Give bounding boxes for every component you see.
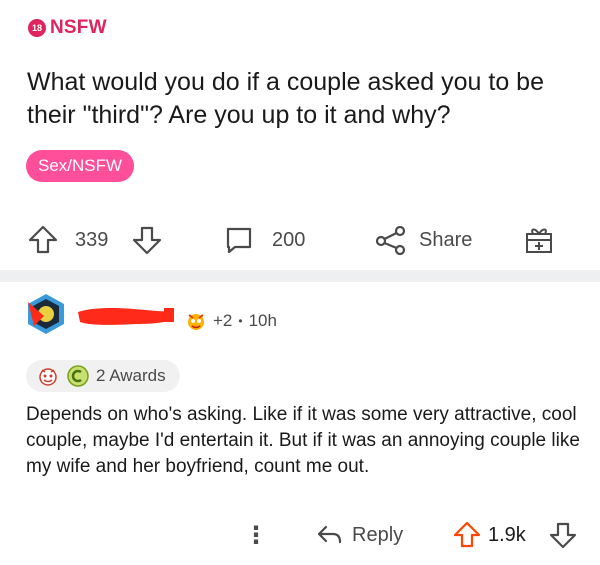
wholesome-award-icon: [39, 368, 57, 386]
meta-separator: •: [238, 314, 243, 328]
nsfw-18-icon: 18: [28, 19, 46, 37]
comment-action-bar: ⋮ Reply 1.9k: [0, 517, 600, 553]
comment-count: 200: [272, 228, 306, 251]
downvote-arrow-icon: [132, 226, 162, 255]
comment-bubble-icon: [226, 227, 252, 254]
user-avatar-icon[interactable]: [24, 292, 68, 336]
comment-meta: +2 • 10h: [185, 310, 277, 332]
downvote-arrow-icon: [549, 522, 577, 549]
comment-upvote-button[interactable]: 1.9k: [452, 517, 526, 553]
awards-count-label: 2 Awards: [96, 366, 166, 385]
post-title[interactable]: What would you do if a couple asked you …: [27, 66, 587, 132]
nsfw-label: NSFW: [50, 17, 107, 38]
redacted-username-icon: [78, 308, 174, 325]
comment-score: 1.9k: [488, 523, 526, 546]
comment-body: Depends on who's asking. Like if it was …: [26, 404, 580, 477]
share-button[interactable]: Share: [373, 218, 472, 262]
more-options-button[interactable]: ⋮: [244, 517, 268, 553]
post-flair[interactable]: Sex/NSFW: [26, 150, 135, 182]
comments-button[interactable]: 200: [222, 218, 305, 262]
share-icon: [375, 225, 406, 256]
awards-pill[interactable]: 2 Awards: [26, 360, 180, 392]
award-icon: [188, 314, 204, 330]
gift-award-icon: [526, 228, 552, 253]
comment-card[interactable]: +2 • 10h 2 Awards Depends on who's askin…: [0, 282, 600, 565]
silver-award-icon: [67, 365, 89, 387]
award-button[interactable]: [522, 218, 556, 262]
upvote-arrow-icon: [453, 521, 481, 548]
nsfw-tag: 18 NSFW: [28, 17, 107, 39]
downvote-button[interactable]: [130, 218, 164, 262]
reply-button[interactable]: Reply: [314, 517, 403, 553]
comment-downvote-button[interactable]: [548, 517, 578, 553]
comment-age: 10h: [248, 311, 277, 330]
extra-awards-count: +2: [213, 311, 233, 330]
reply-label: Reply: [352, 523, 404, 546]
upvote-button[interactable]: [26, 218, 60, 262]
post-score: 339: [75, 228, 109, 251]
upvote-arrow-icon: [28, 225, 58, 254]
post-card[interactable]: 18 NSFW What would you do if a couple as…: [0, 0, 600, 270]
post-action-bar: 339 200 Share: [0, 218, 600, 262]
share-label: Share: [419, 228, 473, 251]
section-divider: [0, 270, 600, 282]
reply-arrow-icon: [317, 525, 342, 544]
